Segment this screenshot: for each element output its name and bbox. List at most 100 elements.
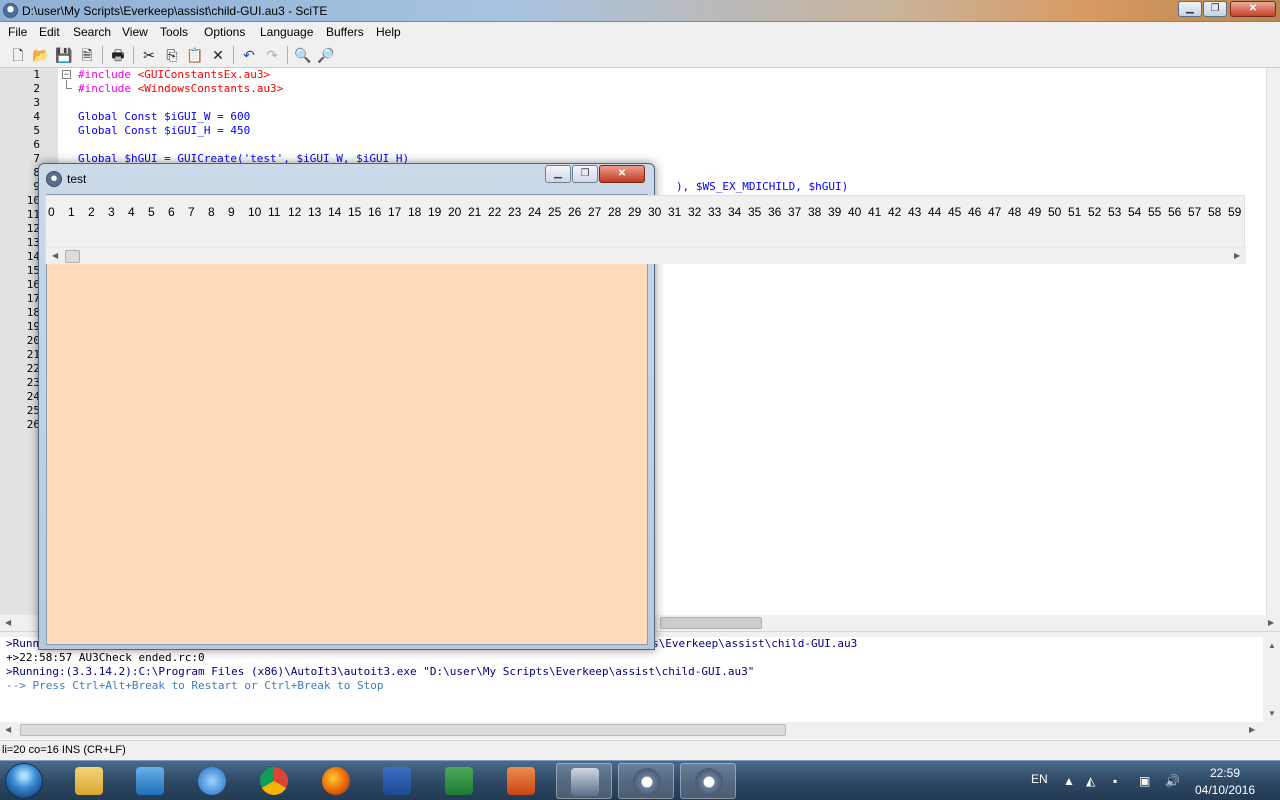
clock-date[interactable]: 04/10/2016 — [1195, 783, 1255, 797]
output-horizontal-scrollbar[interactable]: ◀ ▶ — [0, 722, 1280, 739]
editor-vertical-scrollbar[interactable] — [1266, 68, 1280, 615]
minimize-button[interactable]: ▁ — [545, 165, 571, 183]
explorer-icon[interactable] — [61, 763, 117, 799]
output-line-tail: s\Everkeep\assist\child-GUI.au3 — [652, 637, 858, 650]
window-title: D:\user\My Scripts\Everkeep\assist\child… — [22, 4, 328, 18]
menu-tools[interactable]: Tools — [160, 25, 188, 39]
autoit-window-icon[interactable] — [46, 171, 62, 187]
network-icon[interactable]: ▣ — [1139, 774, 1150, 788]
redo-icon[interactable]: ↷ — [263, 46, 281, 64]
scite-app-icon[interactable] — [3, 3, 18, 18]
line-number: 8 — [33, 166, 40, 179]
output-vertical-scrollbar[interactable]: ▲ ▼ — [1263, 637, 1280, 722]
number-cell: 51 — [1068, 205, 1082, 219]
menu-file[interactable]: File — [8, 25, 27, 39]
scroll-thumb[interactable] — [65, 250, 80, 263]
code-line-5: Global Const $iGUI_H = 450 — [78, 124, 251, 137]
number-cell: 6 — [168, 205, 175, 219]
language-indicator[interactable]: EN — [1031, 772, 1048, 786]
powerpoint-icon[interactable] — [493, 763, 549, 799]
replace-icon[interactable]: 🔎 — [317, 46, 335, 64]
line-number: 20 — [26, 334, 40, 347]
line-number: 3 — [33, 96, 40, 109]
save-icon[interactable]: 💾 — [55, 46, 73, 64]
print-icon[interactable]: 🖶 — [109, 46, 127, 64]
line-number: 16 — [26, 278, 40, 291]
undo-icon[interactable]: ↶ — [240, 46, 258, 64]
number-cell: 38 — [808, 205, 822, 219]
close-button[interactable]: ✕ — [599, 165, 645, 183]
internet-explorer-icon[interactable] — [184, 763, 240, 799]
minimize-button[interactable]: ▁ — [1178, 1, 1202, 17]
show-hidden-icons-icon[interactable]: ▲ — [1063, 774, 1075, 788]
excel-icon[interactable] — [431, 763, 487, 799]
number-cell: 37 — [788, 205, 802, 219]
maximize-button[interactable]: ❐ — [572, 165, 598, 183]
scroll-right-arrow-icon[interactable]: ▶ — [1234, 251, 1240, 260]
close-button[interactable]: ✕ — [1230, 1, 1276, 17]
toolbar-separator — [233, 46, 234, 64]
menu-buffers[interactable]: Buffers — [326, 25, 364, 39]
autoit-icon[interactable] — [618, 763, 674, 799]
media-player-icon[interactable] — [122, 763, 178, 799]
menu-help[interactable]: Help — [376, 25, 401, 39]
volume-icon[interactable]: 🔊 — [1165, 774, 1180, 788]
device-icon[interactable]: ▪ — [1113, 774, 1117, 788]
scroll-right-arrow-icon[interactable]: ▶ — [1268, 618, 1274, 627]
autoit-gui-icon[interactable] — [680, 763, 736, 799]
number-cell: 4 — [128, 205, 135, 219]
scroll-left-arrow-icon[interactable]: ◀ — [52, 251, 58, 260]
number-cell: 12 — [288, 205, 302, 219]
line-number: 7 — [33, 152, 40, 165]
number-cell: 50 — [1048, 205, 1062, 219]
menu-bar: File Edit Search View Tools Options Lang… — [0, 22, 1280, 42]
line-number: 6 — [33, 138, 40, 151]
firefox-icon[interactable] — [308, 763, 364, 799]
menu-language[interactable]: Language — [260, 25, 313, 39]
maximize-button[interactable]: ❐ — [1203, 1, 1227, 17]
scroll-left-arrow-icon[interactable]: ◀ — [5, 618, 11, 627]
toolbar: 🗋 📂 💾 🗎 🖶 ✂ ⎘ 📋 ✕ ↶ ↷ 🔍 🔎 — [0, 42, 1280, 68]
paste-icon[interactable]: 📋 — [186, 46, 204, 64]
number-cell: 7 — [188, 205, 195, 219]
scroll-left-arrow-icon[interactable]: ◀ — [5, 725, 11, 734]
scroll-thumb[interactable] — [660, 617, 762, 629]
mdi-child-strip[interactable]: 0 1 2 3 4 5 6 7 8 9 10 11 12 13 14 15 16 17 18 19 20 21 22 23 24… — [45, 195, 1246, 264]
close-file-icon[interactable]: 🗎 — [78, 46, 96, 64]
number-cell: 28 — [608, 205, 622, 219]
copy-icon[interactable]: ⎘ — [163, 46, 181, 64]
find-icon[interactable]: 🔍 — [294, 46, 312, 64]
line-number: 9 — [33, 180, 40, 193]
directive-token: #include — [78, 82, 131, 95]
remote-desktop-icon[interactable] — [556, 763, 612, 799]
menu-view[interactable]: View — [122, 25, 148, 39]
cut-icon[interactable]: ✂ — [140, 46, 158, 64]
chrome-icon[interactable] — [246, 763, 302, 799]
scroll-down-arrow-icon[interactable]: ▼ — [1268, 709, 1276, 718]
line-number: 15 — [26, 264, 40, 277]
menu-search[interactable]: Search — [73, 25, 111, 39]
number-cell: 20 — [448, 205, 462, 219]
fold-toggle-icon[interactable]: − — [62, 70, 71, 79]
number-cell: 53 — [1108, 205, 1122, 219]
autoit-tray-icon[interactable]: ◭ — [1086, 774, 1095, 788]
number-row: 0 1 2 3 4 5 6 7 8 9 10 11 12 13 14 15 16 17 18 19 20 21 22 23 24… — [46, 196, 1246, 224]
status-bar: li=20 co=16 INS (CR+LF) — [0, 740, 1280, 760]
code-line-9-fragment: ), $WS_EX_MDICHILD, $hGUI) — [676, 180, 849, 193]
clock-time[interactable]: 22:59 — [1210, 766, 1240, 780]
open-folder-icon[interactable]: 📂 — [32, 46, 50, 64]
output-line: +>22:58:57 AU3Check ended.rc:0 — [6, 651, 205, 664]
menu-options[interactable]: Options — [204, 25, 245, 39]
scroll-up-arrow-icon[interactable]: ▲ — [1268, 641, 1276, 650]
start-button[interactable] — [5, 763, 43, 799]
number-cell: 42 — [888, 205, 902, 219]
scroll-thumb[interactable] — [20, 724, 786, 736]
menu-edit[interactable]: Edit — [39, 25, 60, 39]
scroll-right-arrow-icon[interactable]: ▶ — [1249, 725, 1255, 734]
include-path-token: <WindowsConstants.au3> — [130, 82, 284, 95]
line-number: 5 — [33, 124, 40, 137]
strip-horizontal-scrollbar[interactable]: ◀ ▶ — [46, 247, 1246, 264]
new-file-icon[interactable]: 🗋 — [9, 46, 27, 64]
word-icon[interactable] — [369, 763, 425, 799]
delete-icon[interactable]: ✕ — [209, 46, 227, 64]
